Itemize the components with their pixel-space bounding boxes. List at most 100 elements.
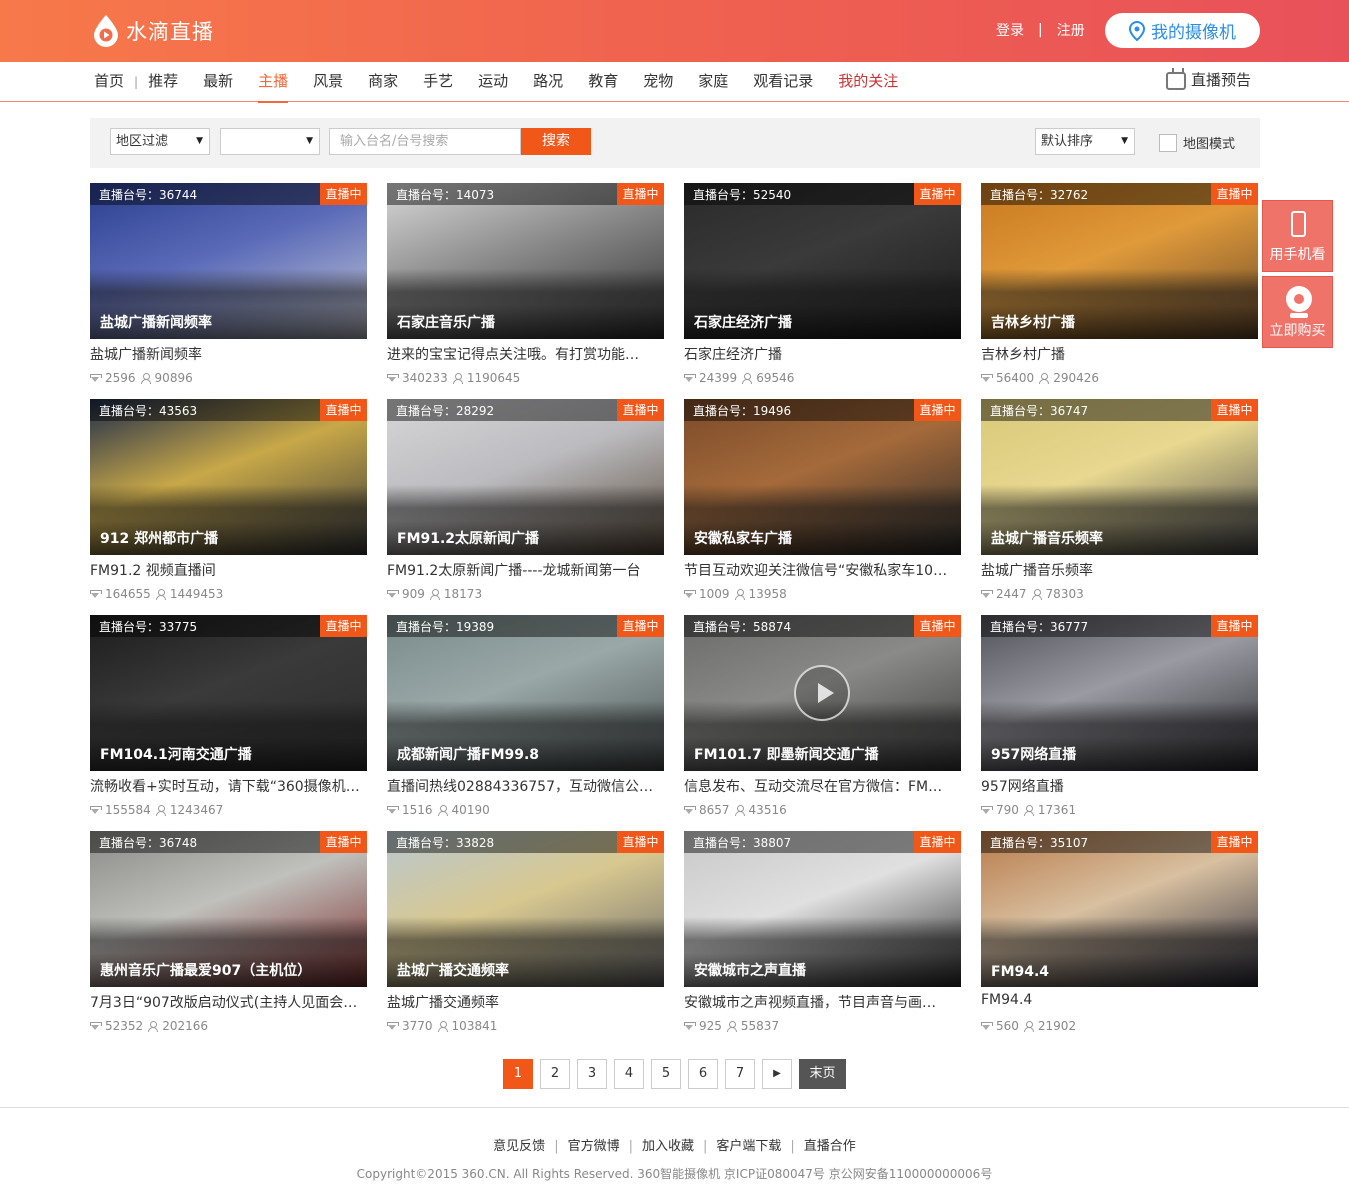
nav-tab-9[interactable]: 教育 [588, 62, 618, 102]
nav-tab-1[interactable]: 推荐 [148, 62, 178, 102]
card-description[interactable]: 盐城广播新闻频率 [90, 344, 367, 364]
nav-tab-5[interactable]: 商家 [368, 62, 398, 102]
nav-tab-4[interactable]: 风景 [313, 62, 343, 102]
live-thumbnail[interactable]: 直播台号：36777 直播中 957网络直播 [981, 615, 1258, 771]
card-description[interactable]: FM91.2 视频直播间 [90, 560, 367, 580]
live-thumbnail[interactable]: 直播台号：36744 直播中 盐城广播新闻频率 [90, 183, 367, 339]
live-thumbnail[interactable]: 直播台号：58874 直播中 FM101.7 即墨新闻交通广播 [684, 615, 961, 771]
station-name-overlay: 石家庄经济广播 [694, 315, 792, 331]
card-description[interactable]: 流畅收看+实时互动，请下载“360摄像机… [90, 776, 367, 796]
search-button[interactable]: 搜索 [521, 128, 591, 155]
card-description[interactable]: 节目互动欢迎关注微信号“安徽私家车10… [684, 560, 961, 580]
card-description[interactable]: 957网络直播 [981, 776, 1258, 796]
nav-tab-3[interactable]: 主播 [258, 62, 289, 103]
live-card[interactable]: 直播台号：52540 直播中 石家庄经济广播 石家庄经济广播 24399 69546 [684, 183, 961, 393]
viewer-icon [437, 1020, 448, 1032]
live-card[interactable]: 直播台号：33828 直播中 盐城广播交通频率 盐城广播交通频率 3770 103841 [387, 831, 664, 1041]
buy-now-button[interactable]: 立即购买 [1262, 276, 1333, 348]
login-link[interactable]: 登录 [996, 20, 1024, 40]
live-card[interactable]: 直播台号：14073 直播中 石家庄音乐广播 进来的宝宝记得点关注哦。有打赏功能… 34… [387, 183, 664, 393]
card-description[interactable]: 吉林乡村广播 [981, 344, 1258, 364]
live-card[interactable]: 直播台号：28292 直播中 FM91.2太原新闻广播 FM91.2太原新闻广播---… [387, 399, 664, 609]
live-thumbnail[interactable]: 直播台号：36748 直播中 惠州音乐广播最爱907（主机位） [90, 831, 367, 987]
station-search-input[interactable]: 输入台名/台号搜索 [329, 128, 521, 155]
page-button-4[interactable]: 4 [614, 1059, 644, 1089]
live-card[interactable]: 直播台号：33775 直播中 FM104.1河南交通广播流畅收看+实时互动，请下载“… [90, 615, 367, 825]
nav-tab-10[interactable]: 宠物 [643, 62, 673, 102]
live-thumbnail[interactable]: 直播台号：33828 直播中 盐城广播交通频率 [387, 831, 664, 987]
diamond-icon [90, 805, 102, 815]
nav-tab-8[interactable]: 路况 [533, 62, 563, 102]
sort-select[interactable]: 默认排序 ▼ [1035, 128, 1135, 155]
page-button-1[interactable]: 1 [503, 1059, 533, 1089]
station-number: 直播台号：33775 [99, 620, 198, 634]
card-description[interactable]: 盐城广播交通频率 [387, 992, 664, 1012]
nav-tab-11[interactable]: 家庭 [698, 62, 728, 102]
live-card[interactable]: 直播台号：36747 直播中 盐城广播音乐频率 盐城广播音乐频率 2447 78303 [981, 399, 1258, 609]
nav-tab-12[interactable]: 观看记录 [753, 62, 813, 102]
live-card[interactable]: 直播台号：36744 直播中 盐城广播新闻频率 盐城广播新闻频率 2596 90896 [90, 183, 367, 393]
live-card[interactable]: 直播台号：19496 直播中 安徽私家车广播节目互动欢迎关注微信号“安徽私家车10…… [684, 399, 961, 609]
last-page-button[interactable]: 末页 [799, 1059, 846, 1089]
map-mode-checkbox[interactable] [1159, 133, 1177, 152]
live-thumbnail[interactable]: 直播台号：14073 直播中 石家庄音乐广播 [387, 183, 664, 339]
card-description[interactable]: 盐城广播音乐频率 [981, 560, 1258, 580]
card-description[interactable]: 7月3日“907改版启动仪式(主持人见面会… [90, 992, 367, 1012]
nav-tab-0[interactable]: 首页 [94, 62, 124, 102]
region-filter-select[interactable]: 地区过滤 ▼ [110, 128, 210, 155]
station-name-overlay: 安徽城市之声直播 [694, 963, 806, 979]
footer-link-4[interactable]: 直播合作 [804, 1139, 856, 1154]
live-card[interactable]: 直播台号：43563 直播中 912 郑州都市广播 FM91.2 视频直播间 16465… [90, 399, 367, 609]
live-card[interactable]: 直播台号：36748 直播中 惠州音乐广播最爱907（主机位） 7月3日“907改版启… [90, 831, 367, 1041]
live-thumbnail[interactable]: 直播台号：28292 直播中 FM91.2太原新闻广播 [387, 399, 664, 555]
card-description[interactable]: 信息发布、互动交流尽在官方微信：FM… [684, 776, 961, 796]
live-thumbnail[interactable]: 直播台号：19496 直播中 安徽私家车广播 [684, 399, 961, 555]
nav-tab-2[interactable]: 最新 [203, 62, 233, 102]
register-link[interactable]: 注册 [1057, 20, 1085, 40]
live-card[interactable]: 直播台号：35107 直播中 FM94.4 FM94.4 560 21902 [981, 831, 1258, 1041]
site-logo[interactable]: 水滴直播 [92, 14, 214, 48]
live-thumbnail[interactable]: 直播台号：43563 直播中 912 郑州都市广播 [90, 399, 367, 555]
live-badge: 直播中 [1211, 399, 1258, 421]
footer-link-2[interactable]: 加入收藏 [642, 1139, 694, 1154]
card-description[interactable]: 石家庄经济广播 [684, 344, 961, 364]
live-card[interactable]: 直播台号：58874 直播中 FM101.7 即墨新闻交通广播信息发布、互动交流尽在… [684, 615, 961, 825]
my-camera-button[interactable]: 我的摄像机 [1105, 13, 1260, 48]
live-thumbnail[interactable]: 直播台号：19389 直播中 成都新闻广播FM99.8 [387, 615, 664, 771]
footer-link-3[interactable]: 客户端下载 [716, 1139, 781, 1154]
card-description[interactable]: FM94.4 [981, 992, 1258, 1008]
card-description[interactable]: 安徽城市之声视频直播，节目声音与画… [684, 992, 961, 1012]
live-card[interactable]: 直播台号：36777 直播中 957网络直播 957网络直播 790 17361 [981, 615, 1258, 825]
footer-link-1[interactable]: 官方微博 [568, 1139, 620, 1154]
page-button-2[interactable]: 2 [540, 1059, 570, 1089]
nav-tab-7[interactable]: 运动 [478, 62, 508, 102]
live-badge: 直播中 [1211, 183, 1258, 205]
live-thumbnail[interactable]: 直播台号：33775 直播中 FM104.1河南交通广播 [90, 615, 367, 771]
live-thumbnail[interactable]: 直播台号：36747 直播中 盐城广播音乐频率 [981, 399, 1258, 555]
page-button-3[interactable]: 3 [577, 1059, 607, 1089]
watch-on-mobile-button[interactable]: 用手机看 [1262, 200, 1333, 272]
play-icon[interactable] [794, 665, 850, 721]
footer-link-0[interactable]: 意见反馈 [493, 1139, 545, 1154]
live-card[interactable]: 直播台号：32762 直播中 吉林乡村广播 吉林乡村广播 56400 290426 [981, 183, 1258, 393]
live-thumbnail[interactable]: 直播台号：35107 直播中 FM94.4 [981, 831, 1258, 987]
live-thumbnail[interactable]: 直播台号：38807 直播中 安徽城市之声直播 [684, 831, 961, 987]
nav-tab-6[interactable]: 手艺 [423, 62, 453, 102]
page-button-6[interactable]: 6 [688, 1059, 718, 1089]
region-subfilter-select[interactable]: ▼ [220, 128, 320, 155]
card-description[interactable]: 直播间热线02884336757，互动微信公众… [387, 776, 664, 796]
card-description[interactable]: 进来的宝宝记得点关注哦。有打赏功能… [387, 344, 664, 364]
live-thumbnail[interactable]: 直播台号：52540 直播中 石家庄经济广播 [684, 183, 961, 339]
live-preview-link[interactable]: 直播预告 [1166, 69, 1251, 90]
live-card[interactable]: 直播台号：38807 直播中 安徽城市之声直播 安徽城市之声视频直播，节目声音与画… 9… [684, 831, 961, 1041]
nav-tab-13[interactable]: 我的关注 [838, 62, 898, 102]
map-mode-toggle[interactable]: 地图模式 [1159, 133, 1235, 152]
next-page-icon[interactable]: ▶ [762, 1059, 792, 1089]
live-card[interactable]: 直播台号：19389 直播中 成都新闻广播FM99.8 直播间热线0288433675… [387, 615, 664, 825]
live-thumbnail[interactable]: 直播台号：32762 直播中 吉林乡村广播 [981, 183, 1258, 339]
station-name-overlay: 石家庄音乐广播 [397, 315, 495, 331]
card-description[interactable]: FM91.2太原新闻广播----龙城新闻第一台 [387, 560, 664, 580]
page-button-5[interactable]: 5 [651, 1059, 681, 1089]
diamond-icon [90, 373, 102, 383]
page-button-7[interactable]: 7 [725, 1059, 755, 1089]
